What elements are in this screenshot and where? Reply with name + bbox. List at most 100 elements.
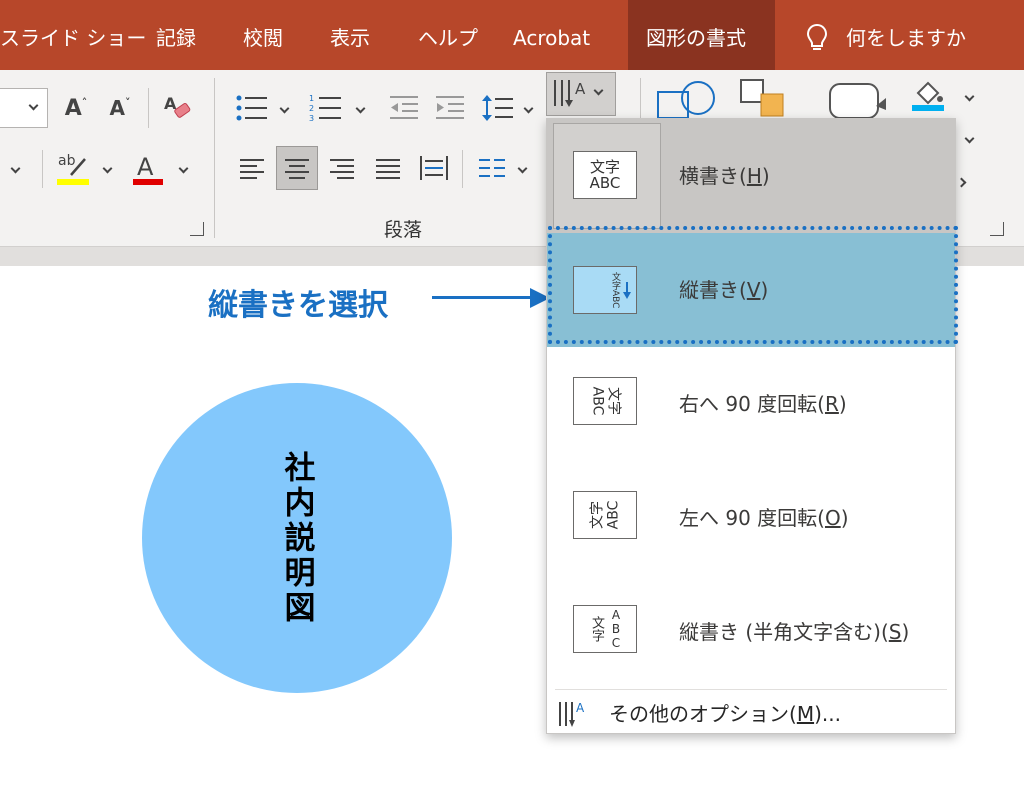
svg-text:1: 1 (309, 94, 314, 103)
numbering-dropdown[interactable] (352, 94, 368, 122)
line-spacing-icon[interactable] (478, 88, 518, 128)
ribbon-tab-bar: スライド ショー 記録 校閲 表示 ヘルプ Acrobat 図形の書式 何をしま… (0, 0, 1024, 70)
menu-item-vertical-halfwidth[interactable]: 文字 ABC 縦書き (半角文字含む)(S) (547, 575, 955, 689)
bullets-dropdown[interactable] (276, 94, 292, 122)
arrange-icon[interactable] (738, 78, 788, 118)
tab-view[interactable]: 表示 (330, 0, 382, 70)
menu-item-rotate-right-90[interactable]: 文字 ABC 右へ 90 度回転(R) (547, 347, 955, 461)
shapes-glyph (657, 81, 715, 118)
chevron-down-icon (964, 91, 974, 101)
align-left-icon[interactable] (234, 148, 270, 188)
font-color-dropdown[interactable] (174, 150, 192, 186)
menu-item-more-options[interactable]: A その他のオプション(M)... (547, 693, 955, 735)
icon-text: 文字 ABC (589, 500, 621, 530)
line-spacing-glyph (482, 95, 513, 121)
align-left-glyph (240, 159, 264, 179)
numbering-icon-glyph: 1 2 3 (309, 94, 341, 123)
menu-item-label: 縦書き (半角文字含む)(S) (679, 620, 910, 644)
tab-label: 表示 (330, 26, 370, 50)
tab-review[interactable]: 校閲 (243, 0, 295, 70)
distributed-glyph (420, 156, 448, 180)
highlighter-icon: ab (57, 153, 89, 185)
increase-font-size-icon[interactable]: A ˄ (62, 90, 90, 126)
align-right-icon[interactable] (324, 148, 360, 188)
menu-item-label: その他のオプション(M)... (609, 702, 841, 726)
decrease-indent-icon[interactable] (384, 88, 424, 128)
shape-text[interactable]: 社内説明図 (275, 451, 320, 626)
tab-help[interactable]: ヘルプ (418, 0, 478, 70)
clear-formatting-icon[interactable]: A (160, 88, 194, 128)
highlight-dropdown[interactable] (98, 150, 116, 186)
font-color-icon: A (133, 153, 163, 185)
shape-text-container: 社内説明図 (142, 383, 452, 693)
icon-text-a: 文字 (589, 616, 604, 642)
font-size-box[interactable] (0, 88, 48, 128)
svg-text:A: A (575, 80, 586, 98)
chevron-down-icon (28, 100, 39, 111)
columns-icon[interactable] (474, 148, 510, 188)
icon-text: 文字 ABC (589, 386, 621, 416)
line-spacing-dropdown[interactable] (520, 94, 536, 122)
shape-fill-icon[interactable] (908, 76, 948, 114)
shape-fill-dropdown[interactable] (960, 82, 978, 110)
shape-outline-dropdown[interactable] (960, 124, 978, 152)
menu-item-horizontal[interactable]: 文字 ABC 横書き(H) (547, 119, 955, 233)
svg-text:3: 3 (309, 114, 314, 123)
tab-label: スライド ショー (0, 26, 147, 50)
numbering-icon[interactable]: 1 2 3 (306, 88, 346, 128)
tab-label: 図形の書式 (646, 26, 746, 50)
svg-text:A: A (137, 153, 154, 181)
distributed-icon[interactable] (416, 148, 452, 188)
tab-record[interactable]: 記録 (156, 0, 208, 70)
chevron-down-icon (964, 133, 974, 143)
increase-indent-icon[interactable] (430, 88, 470, 128)
tell-me-label: 何をしますか (846, 26, 966, 50)
text-direction-button[interactable]: A (546, 72, 616, 116)
tab-acrobat[interactable]: Acrobat (513, 0, 605, 70)
paint-bucket-glyph (912, 81, 944, 111)
horizontal-text-icon: 文字 ABC (573, 151, 637, 199)
tab-shape-format[interactable]: 図形の書式 (628, 0, 775, 70)
circle-shape[interactable]: 社内説明図 (142, 383, 452, 693)
menu-item-label: 横書き(H) (679, 164, 770, 188)
bullets-icon[interactable] (232, 88, 272, 128)
decrease-indent-glyph (390, 96, 418, 119)
tab-slideshow[interactable]: スライド ショー (0, 0, 146, 70)
tab-label: 記録 (156, 26, 196, 50)
divider (42, 150, 43, 188)
columns-glyph (479, 159, 505, 177)
chevron-down-icon (10, 163, 20, 173)
columns-dropdown[interactable] (514, 154, 530, 182)
eraser-icon: A (164, 94, 191, 118)
shapes-gallery-icon[interactable] (652, 78, 718, 118)
tab-label: ヘルプ (418, 26, 478, 50)
drawing-dialog-launcher-icon[interactable] (990, 222, 1004, 236)
justify-glyph (376, 159, 400, 179)
arrange-glyph (740, 79, 784, 117)
align-center-icon[interactable] (276, 146, 318, 190)
menu-item-label: 右へ 90 度回転(R) (679, 392, 847, 416)
icon-text: 文字 ABC (589, 158, 621, 192)
chevron-icon (956, 177, 966, 187)
svg-text:ab: ab (58, 153, 76, 169)
paragraph-group-label: 段落 (384, 219, 423, 241)
svg-text:A: A (576, 701, 585, 715)
align-right-glyph (330, 159, 354, 179)
chevron-down-icon (178, 163, 188, 173)
tell-me-search[interactable]: 何をしますか (806, 0, 966, 70)
bullets-icon-glyph (236, 95, 267, 121)
menu-item-rotate-left-90[interactable]: 文字 ABC 左へ 90 度回転(O) (547, 461, 955, 575)
font-dropdown-chevron[interactable] (2, 150, 28, 186)
font-color-button[interactable]: A (130, 148, 168, 190)
quick-styles-icon[interactable] (828, 80, 886, 118)
rotate-left-text-icon: 文字 ABC (573, 491, 637, 539)
menu-item-label: 左へ 90 度回転(O) (679, 506, 849, 530)
annotation-arrow-line (432, 296, 534, 299)
decrease-font-size-icon[interactable]: A ˅ (106, 90, 134, 126)
highlight-color-button[interactable]: ab (54, 148, 92, 190)
chevron-down-icon (102, 163, 112, 173)
group-divider (214, 78, 215, 238)
align-center-glyph (285, 159, 309, 179)
font-dialog-launcher-icon[interactable] (190, 222, 204, 236)
justify-icon[interactable] (370, 148, 406, 188)
